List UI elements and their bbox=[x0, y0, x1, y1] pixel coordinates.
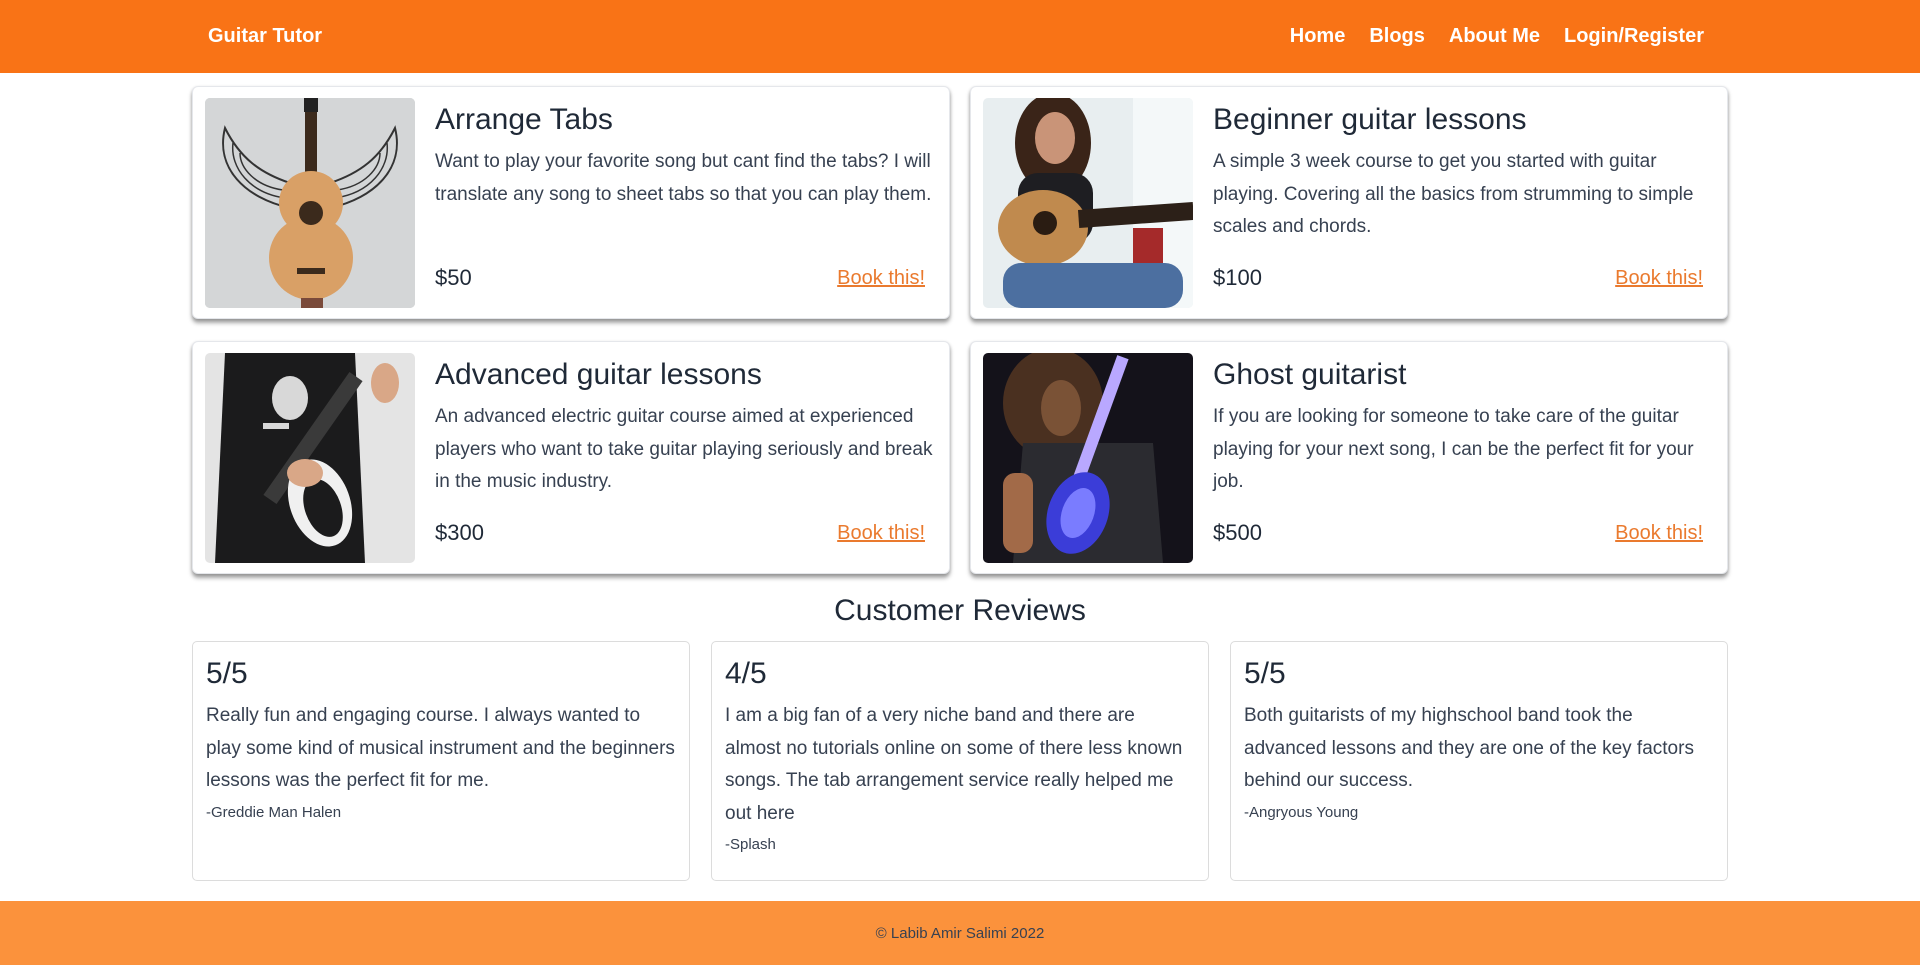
service-title: Arrange Tabs bbox=[435, 103, 613, 136]
woman-playing-acoustic-guitar-photo bbox=[983, 98, 1193, 308]
services-grid: Arrange Tabs Want to play your favorite … bbox=[192, 86, 1728, 574]
service-body: Advanced guitar lessons An advanced elec… bbox=[415, 353, 937, 562]
service-footer: $50 Book this! bbox=[435, 265, 937, 307]
service-title: Advanced guitar lessons bbox=[435, 358, 762, 391]
service-card-beginner-lessons: Beginner guitar lessons A simple 3 week … bbox=[970, 86, 1728, 319]
service-body: Beginner guitar lessons A simple 3 week … bbox=[1193, 98, 1715, 307]
review-author: -Splash bbox=[725, 836, 776, 853]
nav-home-link[interactable]: Home bbox=[1290, 25, 1346, 48]
nav-login-link[interactable]: Login/Register bbox=[1564, 25, 1704, 48]
service-footer: $300 Book this! bbox=[435, 520, 937, 562]
nav-links: Home Blogs About Me Login/Register bbox=[1290, 25, 1712, 48]
book-arrange-tabs-link[interactable]: Book this! bbox=[837, 267, 925, 290]
person-playing-electric-guitar-photo bbox=[205, 353, 415, 563]
reviews-grid: 5/5 Really fun and engaging course. I al… bbox=[192, 641, 1728, 881]
guitar-with-wings-photo bbox=[205, 98, 415, 308]
review-rating: 5/5 bbox=[206, 657, 248, 690]
footer-copyright: © Labib Amir Salimi 2022 bbox=[875, 924, 1045, 942]
service-card-arrange-tabs: Arrange Tabs Want to play your favorite … bbox=[192, 86, 950, 319]
service-description: An advanced electric guitar course aimed… bbox=[435, 406, 933, 492]
review-rating: 5/5 bbox=[1244, 657, 1286, 690]
service-card-ghost-guitarist: Ghost guitarist If you are looking for s… bbox=[970, 341, 1728, 574]
footer: © Labib Amir Salimi 2022 bbox=[0, 901, 1920, 965]
service-price: $100 bbox=[1213, 265, 1262, 290]
review-text: Both guitarists of my highschool band to… bbox=[1244, 705, 1694, 791]
review-rating: 4/5 bbox=[725, 657, 767, 690]
service-footer: $100 Book this! bbox=[1213, 265, 1715, 307]
review-author: -Greddie Man Halen bbox=[206, 803, 342, 821]
service-title: Beginner guitar lessons bbox=[1213, 103, 1527, 136]
service-body: Ghost guitarist If you are looking for s… bbox=[1193, 353, 1715, 562]
service-description: If you are looking for someone to take c… bbox=[1213, 406, 1694, 492]
service-price: $500 bbox=[1213, 520, 1262, 545]
service-card-advanced-lessons: Advanced guitar lessons An advanced elec… bbox=[192, 341, 950, 574]
service-title: Ghost guitarist bbox=[1213, 358, 1407, 391]
service-price: $50 bbox=[435, 265, 472, 290]
review-card: 5/5 Both guitarists of my highschool ban… bbox=[1230, 641, 1728, 881]
brand-link[interactable]: Guitar Tutor bbox=[208, 25, 322, 48]
service-body: Arrange Tabs Want to play your favorite … bbox=[415, 98, 937, 307]
navbar: Guitar Tutor Home Blogs About Me Login/R… bbox=[0, 0, 1920, 73]
review-card: 4/5 I am a big fan of a very niche band … bbox=[711, 641, 1209, 881]
service-description: A simple 3 week course to get you starte… bbox=[1213, 151, 1694, 237]
book-advanced-lessons-link[interactable]: Book this! bbox=[837, 522, 925, 545]
review-author: -Angryous Young bbox=[1244, 803, 1359, 821]
review-card: 5/5 Really fun and engaging course. I al… bbox=[192, 641, 690, 881]
service-footer: $500 Book this! bbox=[1213, 520, 1715, 562]
guitarist-on-stage-photo bbox=[983, 353, 1193, 563]
book-ghost-guitarist-link[interactable]: Book this! bbox=[1615, 522, 1703, 545]
service-price: $300 bbox=[435, 520, 484, 545]
service-description: Want to play your favorite song but cant… bbox=[435, 151, 932, 205]
reviews-heading: Customer Reviews bbox=[834, 594, 1086, 627]
book-beginner-lessons-link[interactable]: Book this! bbox=[1615, 267, 1703, 290]
review-text: Really fun and engaging course. I always… bbox=[206, 705, 675, 791]
nav-about-link[interactable]: About Me bbox=[1449, 25, 1540, 48]
nav-blogs-link[interactable]: Blogs bbox=[1369, 25, 1425, 48]
review-text: I am a big fan of a very niche band and … bbox=[725, 705, 1183, 824]
